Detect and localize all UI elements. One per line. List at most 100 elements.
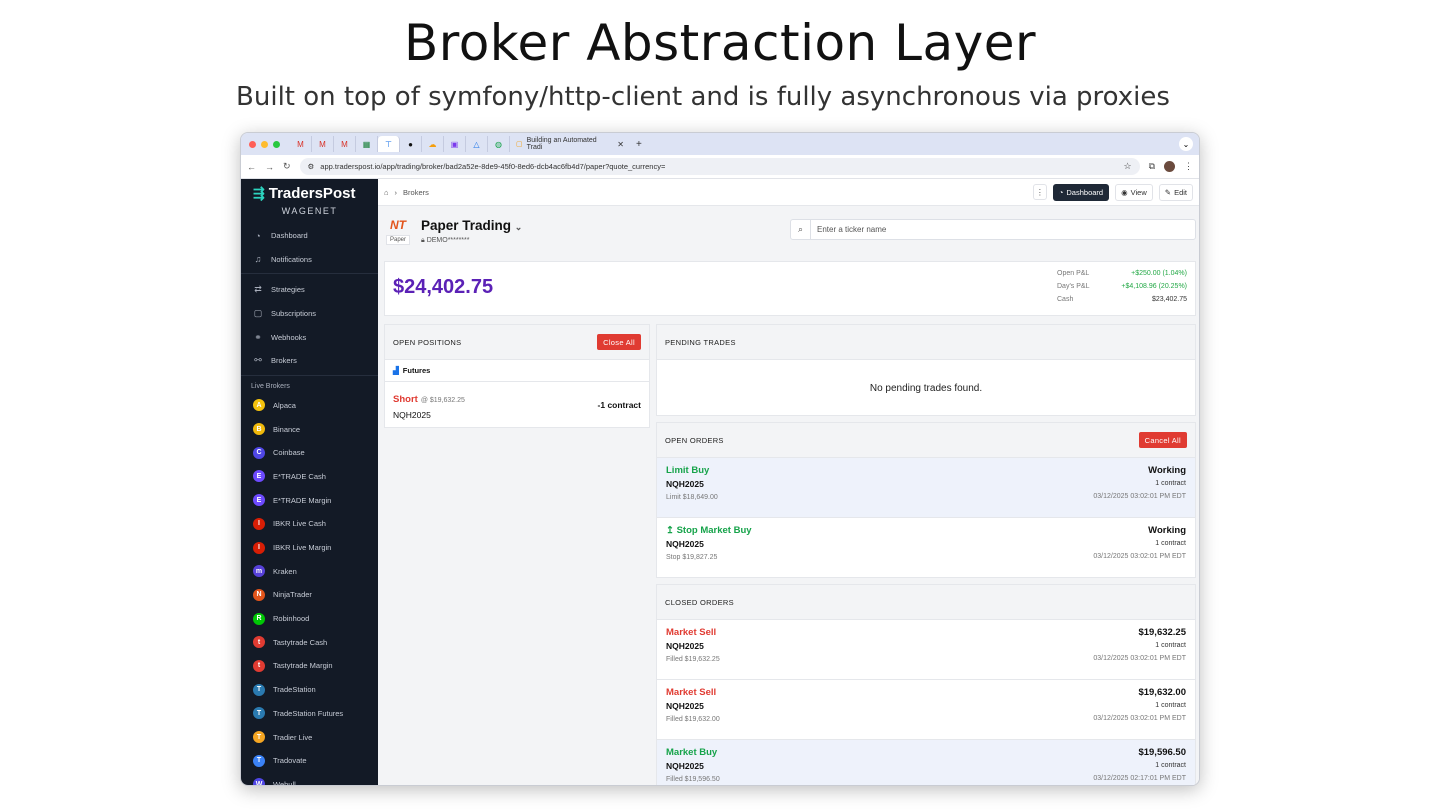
breadcrumb-brokers[interactable]: Brokers xyxy=(403,188,429,197)
github-tab-icon[interactable]: ● xyxy=(400,136,422,152)
close-tab-icon[interactable]: ✕ xyxy=(617,140,624,149)
order-info: Limit Buy NQH2025 Limit $18,649.00 xyxy=(666,465,718,510)
main-content: ⌂ › Brokers ⋮ ◔ Dashboard ◉ View ✎ Edit xyxy=(378,179,1199,785)
sidebar-broker-item[interactable]: I IBKR Live Margin xyxy=(241,536,378,560)
workspace-name[interactable]: WAGENET xyxy=(241,206,378,216)
sidebar-item-webhooks[interactable]: ⚭ Webhooks xyxy=(241,325,378,349)
sidebar-broker-item[interactable]: I IBKR Live Cash xyxy=(241,512,378,536)
broker-logo-icon: A xyxy=(253,399,265,412)
order-status-block: $19,632.00 1 contract 03/12/2025 03:02:01 … xyxy=(1093,687,1186,732)
home-icon[interactable]: ⌂ xyxy=(384,188,389,197)
brand-name: TradersPost xyxy=(268,185,356,202)
sidebar-item-label: Webhooks xyxy=(271,332,307,342)
view-button[interactable]: ◉ View xyxy=(1115,183,1153,201)
sidebar-broker-item[interactable]: m Kraken xyxy=(241,559,378,583)
gmail-tab-icon[interactable]: M xyxy=(290,136,312,152)
gmail-tab-icon[interactable]: M xyxy=(312,136,334,152)
close-window-button[interactable] xyxy=(249,140,256,148)
order-status: $19,632.25 xyxy=(1138,627,1186,638)
sidebar-broker-item[interactable]: B Binance xyxy=(241,417,378,441)
order-status: Working xyxy=(1148,465,1186,476)
account-id-value: DEMO******** xyxy=(426,236,470,244)
pending-trades-empty: No pending trades found. xyxy=(869,382,983,394)
order-info: ↥ Stop Market Buy NQH2025 Stop $19,827.25 xyxy=(666,525,752,570)
order-info: Market Buy NQH2025 Filled $19,596.50 xyxy=(666,747,720,785)
pnl-label: Day's P&L xyxy=(1057,283,1090,290)
dashboard-button[interactable]: ◔ Dashboard xyxy=(1052,183,1110,201)
notion-tab-icon[interactable]: ▣ xyxy=(444,136,466,152)
open-orders-header: OPEN ORDERS Cancel All xyxy=(657,423,1195,458)
sidebar-broker-item[interactable]: T Tradier Live xyxy=(241,725,378,749)
sidebar-broker-item[interactable]: E E*TRADE Margin xyxy=(241,488,378,512)
top-bar: ⌂ › Brokers ⋮ ◔ Dashboard ◉ View ✎ Edit xyxy=(378,179,1199,206)
sidebar-item-brokers[interactable]: ⚯ Brokers xyxy=(241,349,378,373)
maximize-window-button[interactable] xyxy=(273,140,280,148)
order-row[interactable]: Limit Buy NQH2025 Limit $18,649.00 Working 1… xyxy=(657,458,1195,518)
closed-orders-header: CLOSED ORDERS xyxy=(657,585,1195,620)
account-name: Paper Trading xyxy=(421,217,512,233)
closed-orders-panel: CLOSED ORDERS Market Sell NQH2025 Filled $… xyxy=(656,584,1196,785)
reload-icon[interactable]: ↻ xyxy=(283,161,291,172)
close-all-button[interactable]: Close All xyxy=(597,334,641,350)
chat-tab-icon[interactable]: ◍ xyxy=(488,136,510,152)
sidebar-broker-item[interactable]: t Tastytrade Margin xyxy=(241,654,378,678)
sidebar-broker-item[interactable]: R Robinhood xyxy=(241,607,378,631)
sheets-tab-icon[interactable]: ▦ xyxy=(356,136,378,152)
sidebar-broker-item[interactable]: N NinjaTrader xyxy=(241,583,378,607)
sidebar-broker-item[interactable]: T Tradovate xyxy=(241,749,378,773)
active-browser-tab[interactable]: ▢ Building an Automated Tradi ✕ xyxy=(510,135,630,153)
cancel-all-button[interactable]: Cancel All xyxy=(1138,432,1187,448)
cloud-tab-icon[interactable]: ☁ xyxy=(422,136,444,152)
sidebar-broker-item[interactable]: A Alpaca xyxy=(241,394,378,418)
back-arrow-icon[interactable]: ← xyxy=(247,162,256,172)
account-selector[interactable]: Paper Trading ⌄ xyxy=(421,218,522,233)
pnl-row: Open P&L +$250.00 (1.04%) xyxy=(1057,270,1187,283)
order-row[interactable]: Market Sell NQH2025 Filled $19,632.00 $19,6… xyxy=(657,680,1195,740)
sidebar-broker-item[interactable]: T TradeStation xyxy=(241,678,378,702)
sidebar-item-strategies[interactable]: ⇄ Strategies xyxy=(241,278,378,302)
broker-label: Robinhood xyxy=(273,614,310,624)
order-qty: 1 contract xyxy=(1155,702,1186,709)
slide-title: Broker Abstraction Layer xyxy=(403,14,1037,72)
broker-logo-icon: E xyxy=(253,470,265,483)
order-row[interactable]: Market Sell NQH2025 Filled $19,632.25 $19,6… xyxy=(657,620,1195,680)
sidebar-broker-item[interactable]: T TradeStation Futures xyxy=(241,702,378,726)
ninjatrader-logo-icon: NT xyxy=(390,217,406,232)
sidebar-divider xyxy=(241,374,378,376)
gmail-tab-icon[interactable]: M xyxy=(334,136,356,152)
tab-search-chevron-icon[interactable]: ⌄ xyxy=(1179,137,1193,151)
traderspost-tab-icon[interactable]: ⊤ xyxy=(378,136,400,152)
ticker-search[interactable]: ⌕ Enter a ticker name xyxy=(790,219,1196,240)
strategies-icon: ⇄ xyxy=(254,284,262,295)
browser-menu-icon[interactable]: ⋮ xyxy=(1184,161,1193,172)
sidebar-broker-item[interactable]: E E*TRADE Cash xyxy=(241,465,378,489)
sidebar-broker-item[interactable]: t Tastytrade Cash xyxy=(241,630,378,654)
broker-label: Tradovate xyxy=(273,756,307,766)
ninjatrader-logo: NT Paper xyxy=(386,217,411,245)
sidebar-item-subscriptions[interactable]: ▢ Subscriptions xyxy=(241,302,378,326)
sidebar-broker-item[interactable]: C Coinbase xyxy=(241,441,378,465)
position-row[interactable]: Short @ $19,632.25 NQH2025 -1 contract xyxy=(385,382,649,427)
bookmark-star-icon[interactable]: ☆ xyxy=(1123,161,1131,172)
site-info-icon[interactable]: ⚙ xyxy=(308,162,315,171)
more-options-icon[interactable]: ⋮ xyxy=(1032,184,1047,200)
sidebar-item-dashboard[interactable]: ◔ Dashboard xyxy=(241,224,378,248)
dashboard-button-label: Dashboard xyxy=(1066,187,1104,197)
broker-label: E*TRADE Margin xyxy=(273,495,332,505)
profile-avatar[interactable] xyxy=(1164,161,1175,172)
order-row[interactable]: ↥ Stop Market Buy NQH2025 Stop $19,827.25 W… xyxy=(657,518,1195,578)
drive-tab-icon[interactable]: △ xyxy=(466,136,488,152)
minimize-window-button[interactable] xyxy=(261,140,268,148)
extensions-icon[interactable]: ⧉ xyxy=(1149,161,1155,172)
sidebar-broker-item[interactable]: W Webull xyxy=(241,773,378,785)
edit-button[interactable]: ✎ Edit xyxy=(1158,183,1193,201)
brand-logo[interactable]: ⇶ TradersPost xyxy=(241,185,378,202)
new-tab-button[interactable]: + xyxy=(636,139,642,150)
order-row[interactable]: Market Buy NQH2025 Filled $19,596.50 $19,59… xyxy=(657,740,1195,785)
url-field[interactable]: ⚙ app.traderspost.io/app/trading/broker/… xyxy=(299,158,1140,175)
forward-arrow-icon[interactable]: → xyxy=(265,162,274,172)
broker-label: Tastytrade Margin xyxy=(273,661,333,671)
sidebar-item-notifications[interactable]: ♫ Notifications xyxy=(241,248,378,272)
ticker-search-input[interactable]: Enter a ticker name xyxy=(811,225,886,234)
order-time: 03/12/2025 03:02:01 PM EDT xyxy=(1093,655,1186,662)
